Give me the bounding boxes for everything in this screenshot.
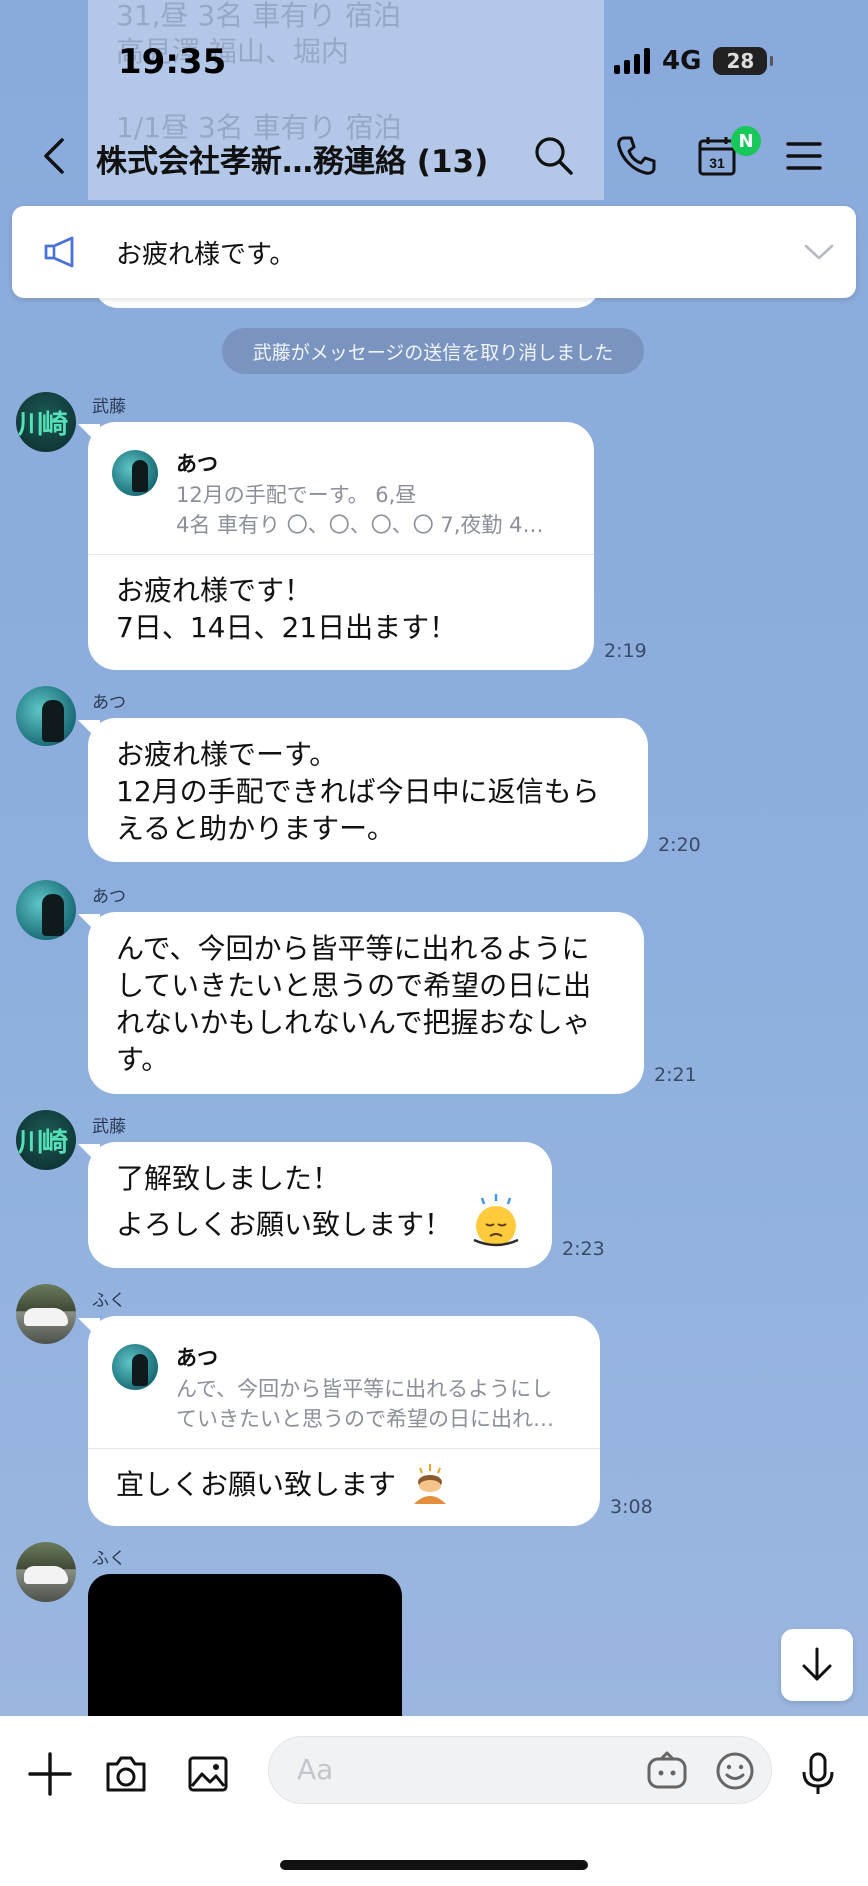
- message-line: お疲れ様です！: [116, 574, 313, 607]
- quote-divider: [88, 554, 594, 555]
- sender-name: ふく: [92, 1549, 126, 1569]
- quote-sender: あつ: [176, 452, 218, 476]
- message-line: れないかもしれないんで把握おなしゃ: [116, 1006, 591, 1039]
- sticker-icon[interactable]: [645, 1749, 689, 1793]
- scroll-to-bottom-button[interactable]: [781, 1629, 853, 1701]
- network-type: 4G: [662, 46, 702, 76]
- message-line: していきたいと思うので希望の日に出: [116, 969, 592, 1002]
- message-bubble[interactable]: あつ 12月の手配でーす。 6,昼 4名 車有り 〇、〇、〇、〇 7,夜勤 4……: [88, 422, 594, 670]
- avatar[interactable]: [16, 1284, 76, 1344]
- message-input[interactable]: Aa: [268, 1736, 772, 1804]
- calendar-day: 31: [709, 155, 725, 171]
- message-line: えると助かりますー。: [116, 812, 395, 845]
- menu-icon[interactable]: [780, 132, 828, 180]
- status-time: 19:35: [118, 42, 227, 82]
- message-line: 12月の手配できれば今日中に返信もら: [116, 775, 600, 808]
- quote-divider: [88, 1448, 600, 1449]
- quote-avatar: [112, 450, 158, 496]
- message-line: お疲れ様でーす。: [116, 738, 338, 771]
- battery-icon: 28: [713, 47, 774, 75]
- calendar-new-badge: N: [731, 126, 761, 156]
- message-line: す。: [116, 1043, 170, 1076]
- quote-avatar: [112, 1344, 158, 1390]
- avatar[interactable]: [16, 880, 76, 940]
- ghost-line: 31,昼 3名 車有り 宿泊: [116, 0, 402, 32]
- sender-name: あつ: [92, 887, 126, 907]
- message-time: 2:23: [562, 1238, 605, 1260]
- sender-name: あつ: [92, 693, 126, 713]
- message-time: 3:08: [610, 1496, 653, 1518]
- sleepy-face-emoji: [473, 1194, 519, 1247]
- emoji-icon[interactable]: [713, 1749, 757, 1793]
- message-line: 宜しくお願い致します: [116, 1468, 397, 1501]
- quote-text-line: 4名 車有り 〇、〇、〇、〇 7,夜勤 4…: [176, 513, 544, 537]
- megaphone-icon: [44, 236, 74, 268]
- message-line: よろしくお願い致します！: [116, 1208, 453, 1241]
- quote-text-line: 12月の手配でーす。 6,昼: [176, 483, 417, 507]
- plus-icon[interactable]: [26, 1750, 74, 1798]
- search-icon[interactable]: [530, 132, 578, 180]
- image-icon[interactable]: [184, 1750, 232, 1798]
- home-indicator: [280, 1860, 588, 1870]
- chat-title[interactable]: 株式会社孝新…務連絡 (13): [96, 136, 488, 181]
- back-arrow-icon[interactable]: [36, 136, 76, 176]
- announcement-banner[interactable]: お疲れ様です。: [12, 206, 856, 298]
- avatar-text: 川崎: [18, 1128, 68, 1158]
- message-composer: Aa: [0, 1716, 868, 1886]
- announcement-text: お疲れ様です。: [116, 240, 296, 270]
- camera-icon[interactable]: [102, 1750, 150, 1798]
- sender-name: 武藤: [92, 1117, 126, 1137]
- chevron-down-icon[interactable]: [802, 240, 836, 264]
- sender-name: 武藤: [92, 397, 126, 417]
- message-time: 2:20: [658, 834, 701, 856]
- signal-icon: [614, 48, 650, 74]
- microphone-icon[interactable]: [794, 1750, 842, 1798]
- message-time: 2:21: [654, 1064, 697, 1086]
- status-icons: 4G 28: [614, 46, 774, 76]
- quote-text-line: んで、今回から皆平等に出れるようにし: [176, 1377, 553, 1401]
- avatar[interactable]: 川崎: [16, 392, 76, 452]
- message-line: 7日、14日、21日出ます！: [116, 611, 458, 644]
- bowing-person-emoji: [414, 1464, 446, 1504]
- message-bubble[interactable]: 了解致しました！ よろしくお願い致します！: [88, 1142, 552, 1268]
- message-bubble[interactable]: んで、今回から皆平等に出れるように していきたいと思うので希望の日に出 れないか…: [88, 912, 644, 1094]
- battery-level: 28: [726, 49, 755, 73]
- message-time: 2:19: [604, 640, 647, 662]
- message-bubble[interactable]: あつ んで、今回から皆平等に出れるようにし ていきたいと思うので希望の日に出れ……: [88, 1316, 600, 1526]
- quote-text-line: ていきたいと思うので希望の日に出れ…: [176, 1407, 554, 1431]
- phone-icon[interactable]: [612, 132, 660, 180]
- message-bubble[interactable]: お疲れ様でーす。 12月の手配できれば今日中に返信もら えると助かりますー。: [88, 718, 648, 862]
- avatar[interactable]: [16, 1542, 76, 1602]
- system-message: 武藤がメッセージの送信を取り消しました: [222, 328, 644, 374]
- avatar[interactable]: [16, 686, 76, 746]
- message-line: 了解致しました！: [116, 1162, 341, 1195]
- media-message[interactable]: [88, 1574, 402, 1716]
- avatar-text: 川崎: [18, 410, 68, 440]
- sender-name: ふく: [92, 1291, 126, 1311]
- arrow-down-icon: [802, 1647, 832, 1681]
- avatar[interactable]: 川崎: [16, 1110, 76, 1170]
- input-placeholder: Aa: [297, 1753, 334, 1786]
- quote-sender: あつ: [176, 1346, 218, 1370]
- message-line: んで、今回から皆平等に出れるように: [116, 932, 590, 965]
